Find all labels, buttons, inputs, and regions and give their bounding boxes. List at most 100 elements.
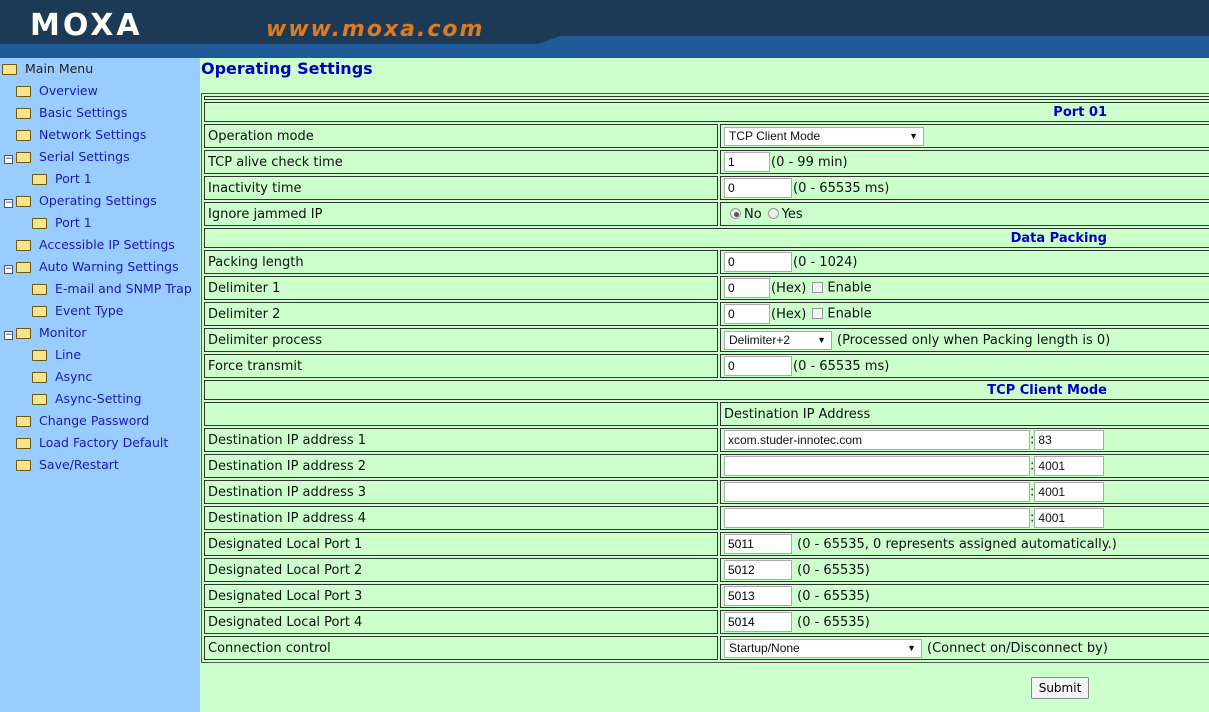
sidebar-item[interactable]: Network Settings: [16, 124, 146, 146]
field-value: (0 - 65535 ms): [720, 354, 1209, 378]
field-value: (0 - 65535 ms): [720, 176, 1209, 200]
sidebar-item[interactable]: Overview: [16, 80, 98, 102]
collapse-icon[interactable]: −: [4, 265, 13, 274]
sidebar-item-label: Save/Restart: [39, 457, 119, 472]
enable-checkbox[interactable]: [812, 281, 824, 293]
field-value: (0 - 65535, 0 represents assigned automa…: [720, 532, 1209, 556]
port-input[interactable]: 4001: [1034, 508, 1105, 528]
hint-text: (0 - 65535, 0 represents assigned automa…: [793, 536, 1117, 552]
dropdown-value: Startup/None: [729, 640, 800, 655]
sidebar-item-label: E-mail and SNMP Trap: [55, 281, 192, 296]
text-input[interactable]: [724, 304, 770, 324]
field-label: Destination IP address 1: [204, 428, 718, 452]
table-row: Destination IP address 2:4001: [204, 454, 1209, 478]
field-label: Connection control: [204, 636, 718, 660]
moxa-logo: MOXA: [30, 8, 143, 43]
header-banner: MOXA www.moxa.com: [0, 0, 1209, 58]
dropdown-value: Delimiter+2: [729, 332, 791, 347]
field-label: Operation mode: [204, 124, 718, 148]
field-label: Delimiter 1: [204, 276, 718, 300]
radio-yes[interactable]: [767, 207, 779, 219]
submit-button[interactable]: Submit: [1031, 677, 1089, 699]
sidebar-item[interactable]: Line: [32, 344, 81, 366]
port-input[interactable]: 83: [1034, 430, 1105, 450]
sidebar-item[interactable]: E-mail and SNMP Trap: [32, 278, 192, 300]
sidebar-item[interactable]: − Auto Warning Settings: [4, 256, 179, 278]
hint-text: (Hex): [771, 280, 807, 296]
table-row: Designated Local Port 3 (0 - 65535): [204, 584, 1209, 608]
folder-icon: [16, 108, 31, 119]
folder-icon: [16, 416, 31, 427]
text-input[interactable]: [724, 356, 792, 376]
field-value: (0 - 1024): [720, 250, 1209, 274]
text-input[interactable]: [724, 534, 792, 554]
table-row: [204, 96, 1209, 100]
sidebar-item[interactable]: Async-Setting: [32, 388, 142, 410]
text-input[interactable]: [724, 586, 792, 606]
text-input[interactable]: [724, 612, 792, 632]
open-folder-icon: [16, 262, 31, 273]
table-row: Ignore jammed IP No Yes: [204, 202, 1209, 226]
hint-text: (0 - 99 min): [771, 154, 848, 170]
ip-address-input[interactable]: [724, 508, 1030, 528]
collapse-icon[interactable]: −: [4, 331, 13, 340]
dropdown[interactable]: Delimiter+2 ▼: [724, 330, 832, 350]
sidebar-item[interactable]: Async: [32, 366, 92, 388]
sidebar-item[interactable]: Change Password: [16, 410, 149, 432]
table-row: Designated Local Port 1 (0 - 65535, 0 re…: [204, 532, 1209, 556]
sidebar-item-label: Load Factory Default: [39, 435, 169, 450]
section-header: TCP Client Mode: [204, 380, 1209, 400]
field-value: (0 - 99 min): [720, 150, 1209, 174]
sidebar-item[interactable]: − Operating Settings: [4, 190, 157, 212]
page-title: Operating Settings: [201, 59, 373, 78]
radio-no[interactable]: [730, 207, 741, 219]
open-folder-icon: [16, 152, 31, 163]
field-value: No Yes: [720, 202, 1209, 226]
chevron-down-icon: ▼: [907, 642, 916, 653]
sidebar-item[interactable]: − Serial Settings: [4, 146, 130, 168]
section-header: Port 01: [204, 102, 1209, 122]
collapse-icon[interactable]: −: [4, 199, 13, 208]
table-row: Destination IP Address: [204, 402, 1209, 426]
column-header: Destination IP Address: [724, 406, 871, 422]
open-folder-icon: [2, 64, 17, 75]
moxa-url: www.moxa.com: [266, 17, 485, 42]
sidebar-item[interactable]: Event Type: [32, 300, 124, 322]
dropdown[interactable]: Startup/None ▼: [724, 638, 922, 658]
dropdown[interactable]: TCP Client Mode ▼: [724, 126, 924, 146]
sidebar-item[interactable]: − Monitor: [4, 322, 87, 344]
sidebar-item-label: Overview: [39, 83, 98, 98]
text-input[interactable]: [724, 152, 770, 172]
table-row: Delimiter 1 (Hex) Enable: [204, 276, 1209, 300]
sidebar-item[interactable]: Save/Restart: [16, 454, 119, 476]
port-input[interactable]: 4001: [1034, 482, 1105, 502]
field-label: Designated Local Port 3: [204, 584, 718, 608]
table-row: Connection control Startup/None ▼ (Connect …: [204, 636, 1209, 660]
sidebar-item[interactable]: Main Menu: [2, 58, 93, 80]
text-input[interactable]: [724, 178, 792, 198]
collapse-icon[interactable]: −: [4, 155, 13, 164]
table-row: TCP alive check time (0 - 99 min): [204, 150, 1209, 174]
sidebar-item[interactable]: Port 1: [32, 168, 92, 190]
ip-address-input[interactable]: [724, 456, 1030, 476]
text-input[interactable]: [724, 252, 792, 272]
text-input[interactable]: [724, 560, 792, 580]
folder-icon: [32, 306, 47, 317]
table-row: Operation mode TCP Client Mode ▼: [204, 124, 1209, 148]
hint-text: (Hex): [771, 306, 807, 322]
sidebar-item-label: Operating Settings: [39, 193, 157, 208]
sidebar-item[interactable]: Load Factory Default: [16, 432, 168, 454]
port-input[interactable]: 4001: [1034, 456, 1105, 476]
ip-address-input[interactable]: [724, 482, 1030, 502]
field-label: Designated Local Port 1: [204, 532, 718, 556]
ip-address-input[interactable]: xcom.studer-innotec.com: [724, 430, 1030, 450]
table-row: Destination IP address 3:4001: [204, 480, 1209, 504]
sidebar-item[interactable]: Basic Settings: [16, 102, 127, 124]
enable-checkbox[interactable]: [812, 307, 824, 319]
sidebar-item[interactable]: Accessible IP Settings: [16, 234, 175, 256]
folder-icon: [32, 218, 47, 229]
text-input[interactable]: [724, 278, 770, 298]
table-row: Destination IP address 4:4001: [204, 506, 1209, 530]
sidebar-item[interactable]: Port 1: [32, 212, 92, 234]
field-label: Inactivity time: [204, 176, 718, 200]
